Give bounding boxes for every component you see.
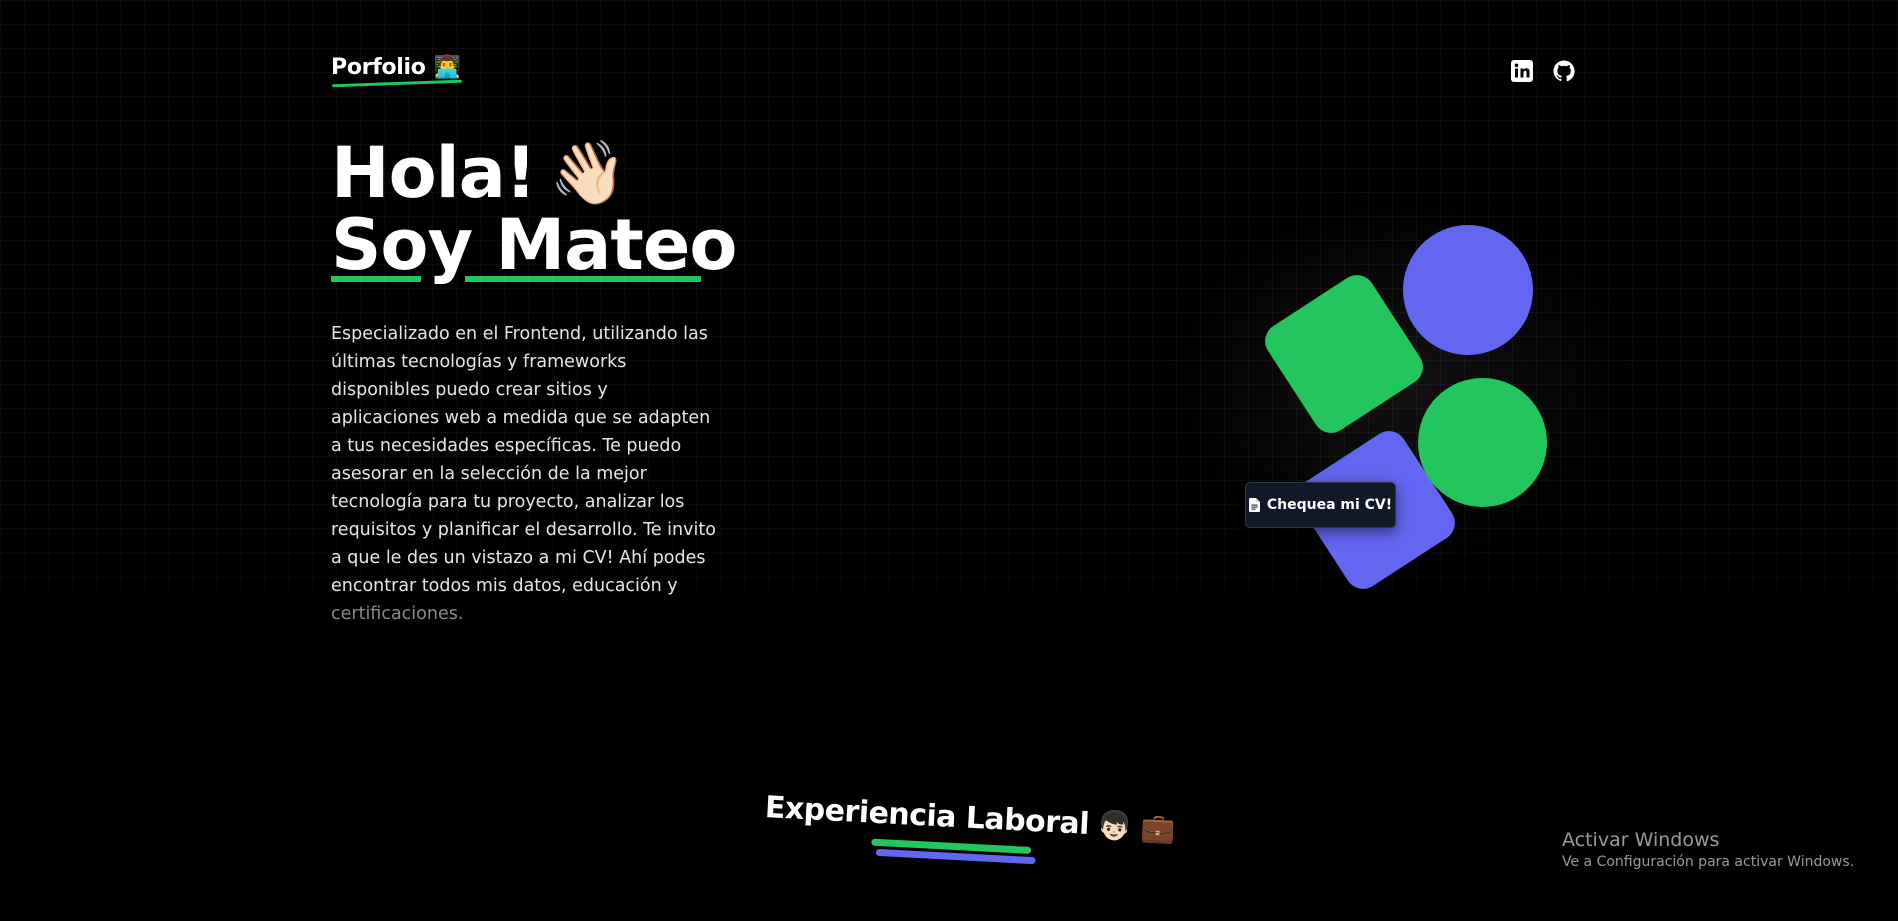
boy-briefcase-emoji-icon: 👦🏻 💼 (1096, 807, 1176, 845)
green-circle-shape (1418, 378, 1547, 507)
social-links (1510, 59, 1576, 83)
technologist-emoji-icon: 👨‍💻 (433, 54, 461, 80)
greeting-text: Hola! (331, 132, 537, 214)
watermark-subtitle: Ve a Configuración para activar Windows. (1562, 854, 1855, 870)
waving-hand-icon: 👋🏻 (549, 136, 628, 209)
name-line: Soy Mateo (331, 204, 737, 286)
name-text: Soy Mateo (331, 204, 737, 286)
description-tail: certificaciones. (331, 604, 464, 624)
experience-section-header: Experiencia Laboral 👦🏻 💼 (764, 790, 1176, 865)
windows-activation-watermark: Activar Windows Ve a Configuración para … (1562, 828, 1854, 872)
description-text: Especializado en el Frontend, utilizando… (331, 324, 716, 596)
check-cv-button[interactable]: Chequea mi CV! (1245, 482, 1396, 528)
hero-description: Especializado en el Frontend, utilizando… (331, 320, 721, 628)
watermark-title: Activar Windows (1562, 829, 1720, 851)
check-cv-label: Chequea mi CV! (1266, 497, 1393, 513)
linkedin-icon[interactable] (1510, 59, 1534, 83)
logo-text: Porfolio (331, 55, 426, 80)
greeting-line: Hola! 👋🏻 (331, 135, 736, 211)
hero-heading: Hola! 👋🏻 Soy Mateo (331, 135, 737, 286)
github-icon[interactable] (1552, 59, 1576, 83)
logo-link[interactable]: Porfolio 👨‍💻 (331, 55, 461, 80)
experience-title-text: Experiencia Laboral (764, 790, 1090, 842)
document-icon (1248, 498, 1260, 512)
experience-title: Experiencia Laboral 👦🏻 💼 (764, 790, 1176, 846)
blue-circle-shape (1403, 225, 1533, 355)
